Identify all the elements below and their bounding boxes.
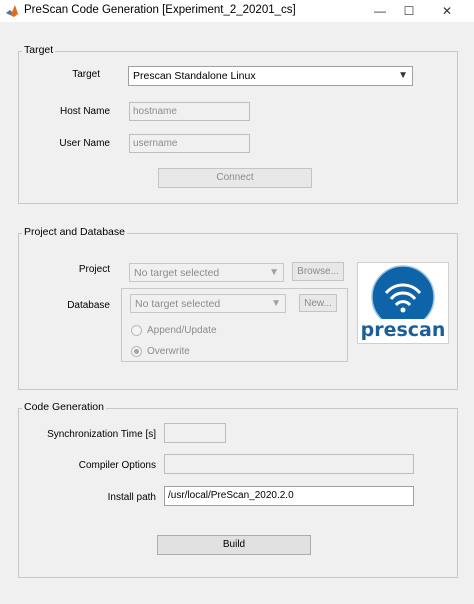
target-group-title: Target <box>22 44 56 56</box>
host-name-input[interactable]: hostname <box>129 102 250 121</box>
target-select-value: Prescan Standalone Linux <box>133 70 256 82</box>
install-path-input[interactable]: /usr/local/PreScan_2020.2.0 <box>164 486 414 506</box>
new-database-button[interactable]: New... <box>299 294 337 312</box>
chevron-down-icon: ▼ <box>271 298 281 309</box>
prescan-logo: prescan <box>357 262 449 344</box>
title-bar: PreScan Code Generation [Experiment_2_20… <box>0 0 474 22</box>
matlab-icon <box>5 4 19 18</box>
project-label: Project <box>78 264 110 275</box>
target-select[interactable]: Prescan Standalone Linux ▼ <box>128 66 413 86</box>
install-path-label: Install path <box>107 492 156 503</box>
project-select-value: No target selected <box>134 267 220 279</box>
overwrite-radio[interactable] <box>131 346 142 357</box>
window-title: PreScan Code Generation [Experiment_2_20… <box>24 4 296 16</box>
connect-button[interactable]: Connect <box>158 168 312 188</box>
database-label: Database <box>67 300 110 311</box>
host-name-label: Host Name <box>59 106 110 117</box>
build-button[interactable]: Build <box>157 535 311 555</box>
database-select-value: No target selected <box>135 298 221 310</box>
browse-button[interactable]: Browse... <box>292 262 344 281</box>
prescan-logo-text: prescan <box>358 319 448 341</box>
compiler-options-label: Compiler Options <box>78 460 156 471</box>
chevron-down-icon: ▼ <box>398 70 408 81</box>
sync-time-input[interactable] <box>164 423 226 443</box>
chevron-down-icon: ▼ <box>269 267 279 278</box>
compiler-options-input[interactable] <box>164 454 414 474</box>
code-generation-group-title: Code Generation <box>22 401 106 413</box>
overwrite-label: Overwrite <box>147 346 190 357</box>
append-update-radio[interactable] <box>131 325 142 336</box>
target-label: Target <box>72 69 100 80</box>
append-update-label: Append/Update <box>147 325 217 336</box>
sync-time-label: Synchronization Time [s] <box>47 429 156 440</box>
user-name-input[interactable]: username <box>129 134 250 153</box>
database-select[interactable]: No target selected ▼ <box>130 294 286 313</box>
project-database-group-title: Project and Database <box>22 226 127 238</box>
user-name-label: User Name <box>59 138 110 149</box>
close-button[interactable]: ✕ <box>430 0 464 22</box>
project-select[interactable]: No target selected ▼ <box>129 263 284 282</box>
maximize-button[interactable]: ☐ <box>392 0 426 22</box>
